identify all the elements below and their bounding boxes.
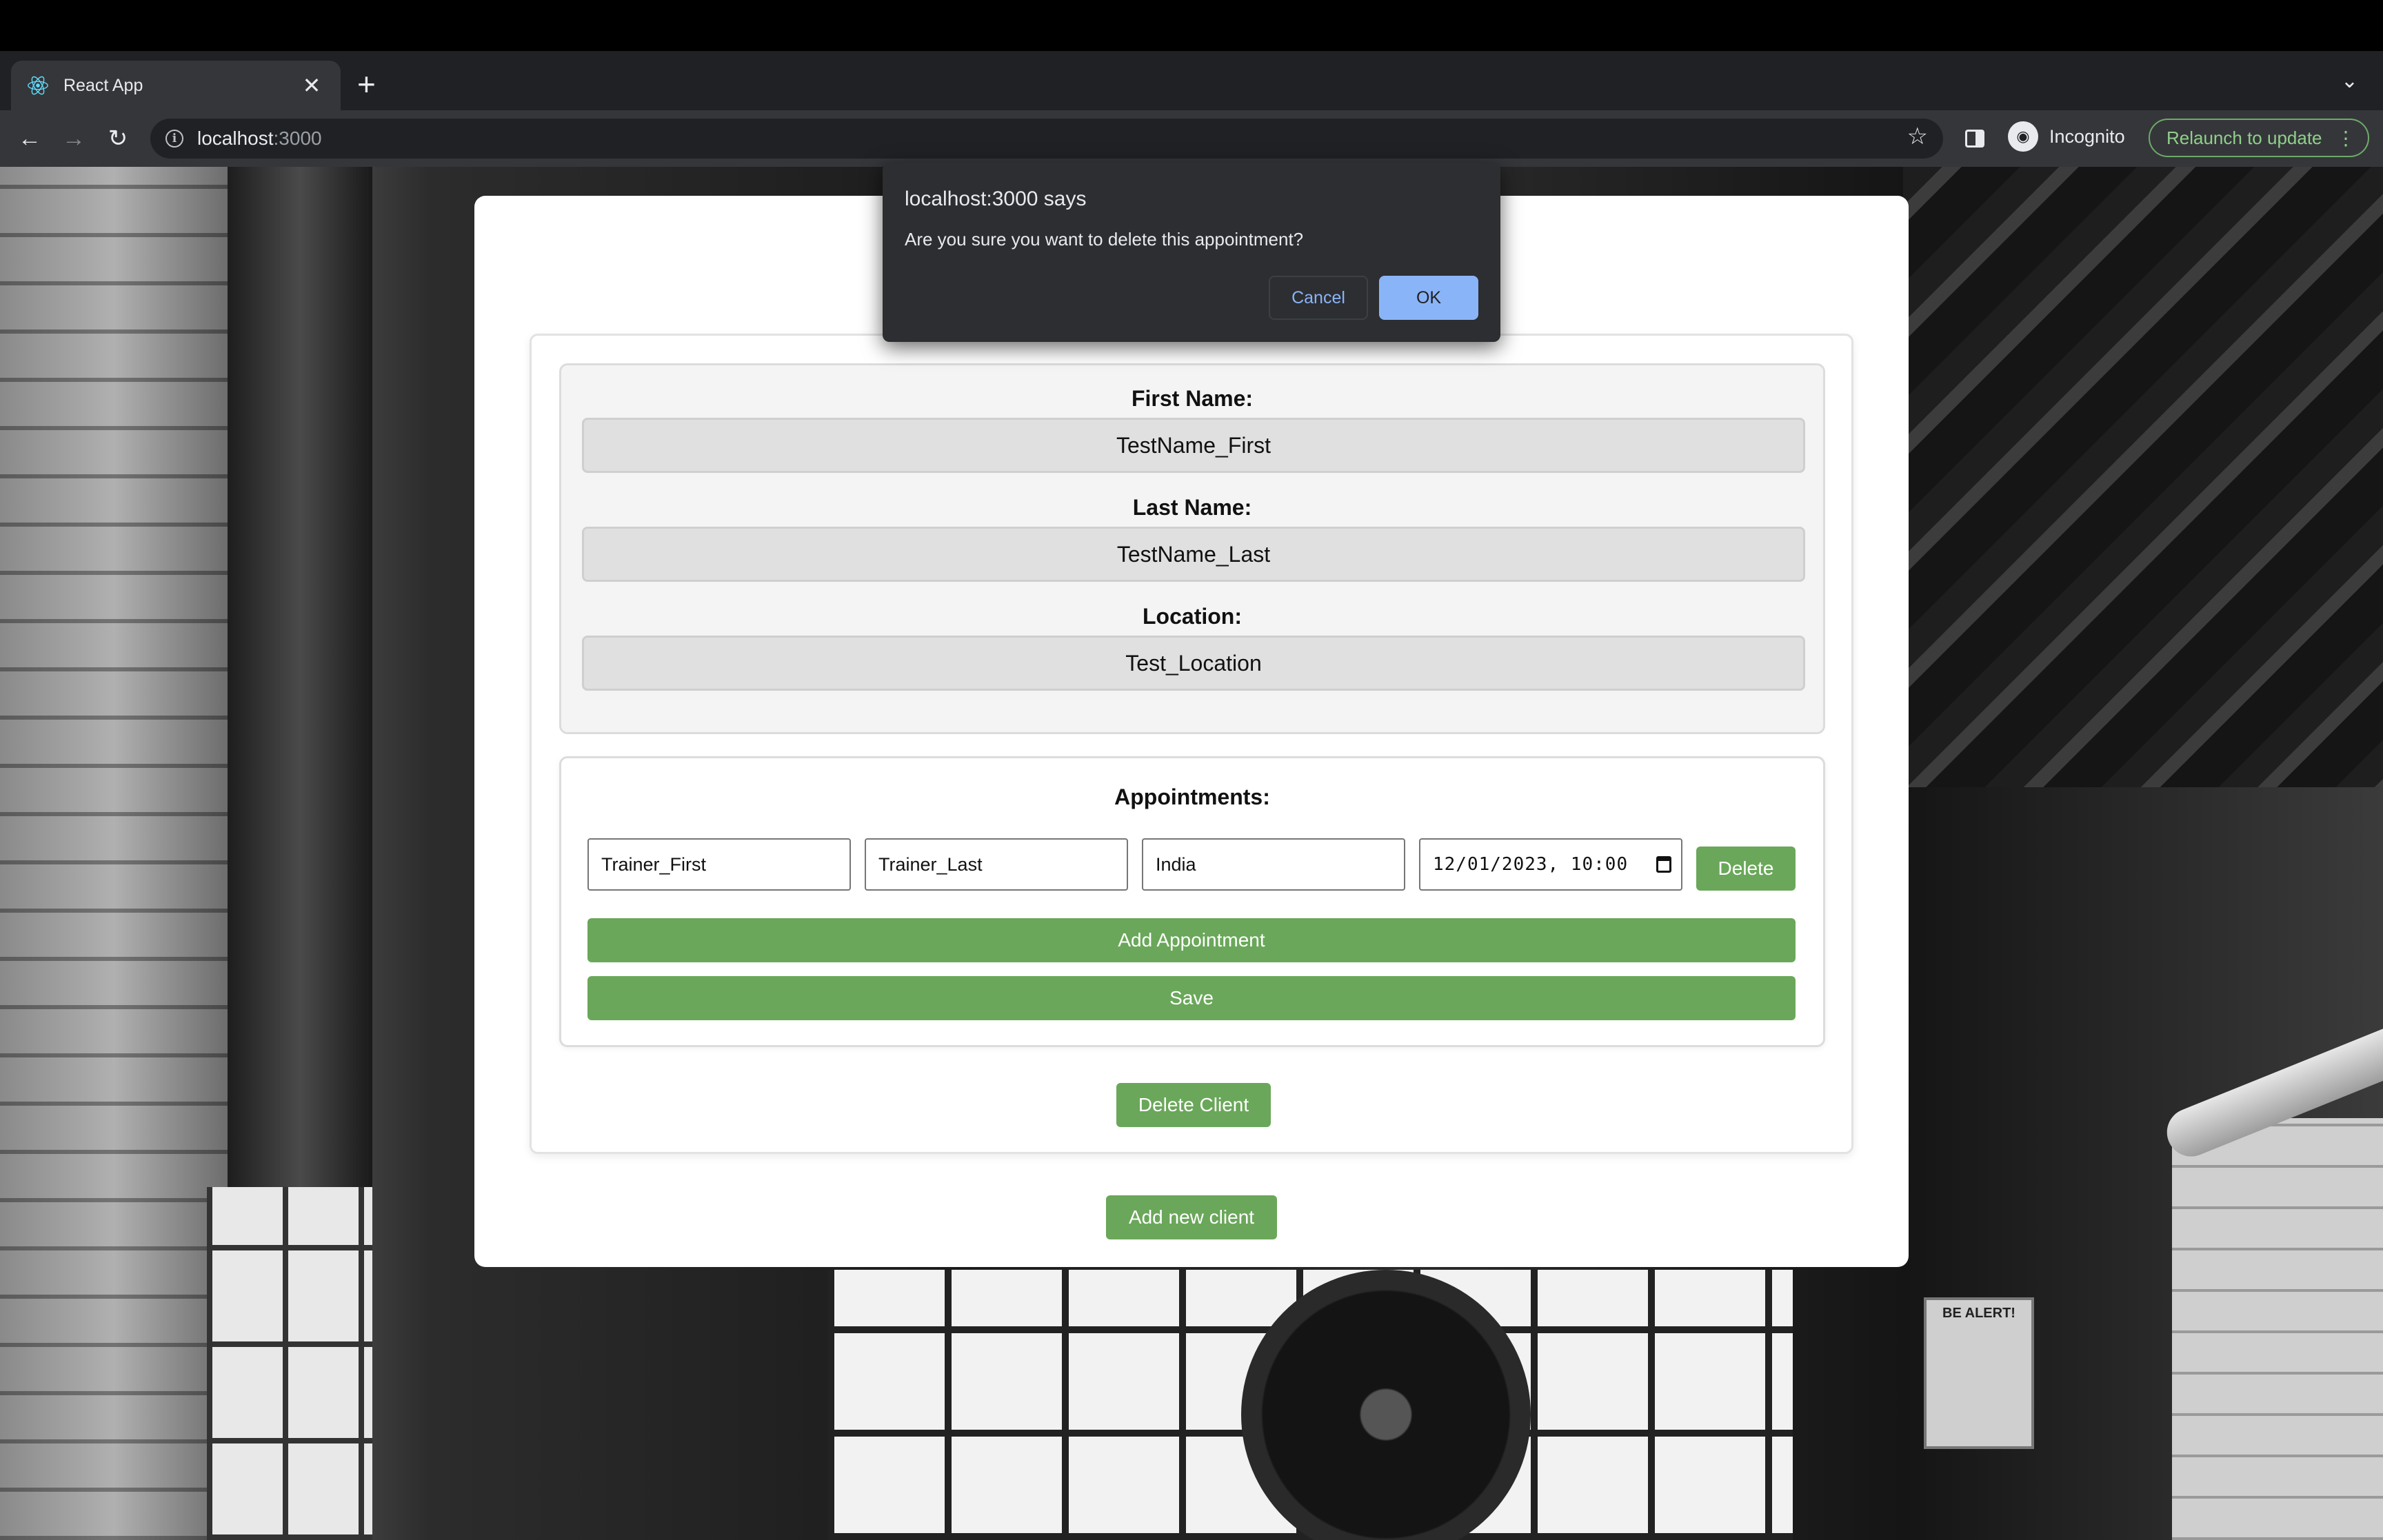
- location-label: Location:: [1143, 604, 1242, 629]
- first-name-field[interactable]: TestName_First: [582, 418, 1805, 473]
- location-field[interactable]: Test_Location: [582, 636, 1805, 691]
- background-ceiling: [1903, 167, 2383, 787]
- appointments-box: Appointments: Trainer_First Trainer_Last…: [559, 756, 1825, 1047]
- tab-search-icon[interactable]: ⌄: [2341, 69, 2358, 93]
- address-bar[interactable]: i localhost:3000 ☆: [150, 119, 1943, 159]
- bookmark-star-icon[interactable]: ☆: [1907, 123, 1928, 150]
- trainer-last-input[interactable]: Trainer_Last: [865, 838, 1128, 891]
- relaunch-label: Relaunch to update: [2166, 127, 2322, 148]
- screen-top-strip: [0, 0, 2383, 51]
- browser-tab[interactable]: React App ✕: [11, 61, 341, 110]
- back-icon[interactable]: ←: [12, 121, 47, 156]
- side-panel-icon[interactable]: [1965, 130, 1984, 148]
- appointment-datetime-input[interactable]: 12/01/2023, 10:00: [1419, 838, 1682, 891]
- appointments-title: Appointments:: [1114, 784, 1270, 809]
- client-card: First Name: TestName_First Last Name: Te…: [530, 334, 1853, 1154]
- appointment-location-input[interactable]: India: [1142, 838, 1405, 891]
- trainer-first-input[interactable]: Trainer_First: [587, 838, 851, 891]
- last-name-label: Last Name:: [1132, 495, 1252, 520]
- relaunch-button[interactable]: Relaunch to update ⋮: [2149, 119, 2369, 157]
- client-info-box: First Name: TestName_First Last Name: Te…: [559, 363, 1825, 734]
- tab-bar: React App ✕ + ⌄: [0, 51, 2383, 110]
- reload-icon[interactable]: ↻: [101, 121, 135, 156]
- url-host: localhost: [197, 128, 274, 149]
- url-text: localhost:3000: [197, 128, 322, 150]
- appointment-datetime-value: 12/01/2023, 10:00: [1433, 854, 1629, 875]
- dialog-cancel-button[interactable]: Cancel: [1269, 276, 1368, 320]
- forward-icon[interactable]: →: [57, 121, 91, 156]
- browser-toolbar: ← → ↻ i localhost:3000 ☆ ◉ Incognito Rel…: [0, 110, 2383, 167]
- confirm-dialog: localhost:3000 says Are you sure you wan…: [883, 163, 1500, 342]
- calendar-icon[interactable]: [1656, 856, 1671, 873]
- dialog-message: Are you sure you want to delete this app…: [905, 229, 1304, 250]
- app-container: First Name: TestName_First Last Name: Te…: [474, 196, 1909, 1267]
- more-menu-icon[interactable]: ⋮: [2336, 127, 2355, 150]
- last-name-field[interactable]: TestName_Last: [582, 527, 1805, 582]
- react-icon: [26, 74, 50, 97]
- close-tab-icon[interactable]: ✕: [298, 72, 325, 99]
- dialog-ok-button[interactable]: OK: [1379, 276, 1478, 320]
- add-appointment-button[interactable]: Add Appointment: [587, 918, 1796, 962]
- background-brick-wall: [0, 167, 228, 1540]
- save-button[interactable]: Save: [587, 976, 1796, 1020]
- tab-title: React App: [63, 75, 143, 95]
- dialog-title: localhost:3000 says: [905, 188, 1087, 210]
- background-sign: BE ALERT!: [1924, 1297, 2034, 1449]
- delete-client-button[interactable]: Delete Client: [1116, 1083, 1271, 1127]
- delete-appointment-button[interactable]: Delete: [1696, 847, 1796, 891]
- background-right-wall: [2172, 1118, 2383, 1540]
- incognito-indicator[interactable]: ◉ Incognito: [2008, 121, 2125, 152]
- add-new-client-button[interactable]: Add new client: [1106, 1195, 1277, 1239]
- incognito-label: Incognito: [2049, 125, 2125, 147]
- first-name-label: First Name:: [1131, 386, 1254, 411]
- url-port: :3000: [273, 128, 322, 149]
- background-left-window: [207, 1187, 372, 1540]
- new-tab-icon[interactable]: +: [357, 68, 376, 101]
- incognito-icon: ◉: [2008, 121, 2038, 152]
- site-info-icon[interactable]: i: [165, 130, 183, 148]
